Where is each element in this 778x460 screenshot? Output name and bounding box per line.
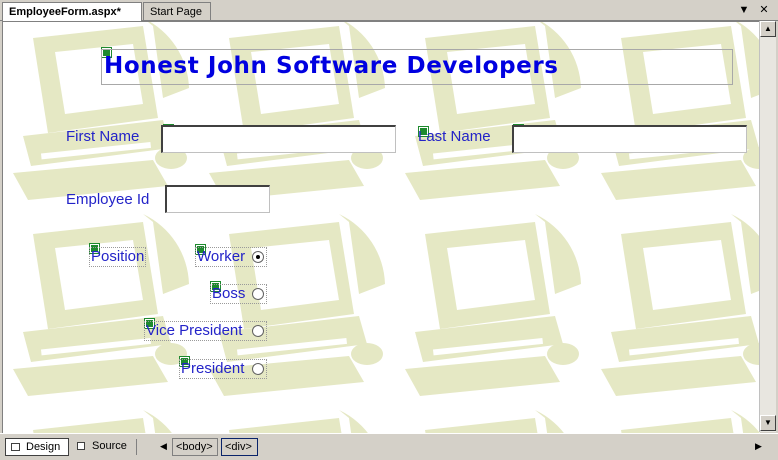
source-view-label: Source <box>92 440 127 452</box>
tag-scroll-right-icon[interactable]: ▶ <box>755 441 762 452</box>
first-name-input[interactable] <box>161 125 396 153</box>
design-view-label: Design <box>26 441 61 453</box>
page-title: Honest John Software Developers <box>104 53 559 79</box>
design-view-icon <box>11 443 20 451</box>
radio-worker-button[interactable] <box>252 251 264 263</box>
radio-president[interactable]: President <box>179 359 267 379</box>
radio-vice-president-label: Vice President <box>146 322 243 339</box>
design-view-button[interactable]: Design <box>5 438 69 456</box>
radio-vice-president[interactable]: Vice President <box>144 321 267 341</box>
vertical-scrollbar[interactable]: ▲ ▼ <box>759 21 776 432</box>
title-label-box[interactable]: Honest John Software Developers <box>101 49 733 85</box>
radio-president-button[interactable] <box>252 363 264 375</box>
last-name-label: Last Name <box>418 128 491 145</box>
divider <box>136 439 137 455</box>
employee-id-label: Employee Id <box>66 191 150 208</box>
radio-boss[interactable]: Boss <box>210 284 267 304</box>
close-document-icon[interactable]: ✕ <box>757 3 771 17</box>
employee-id-input[interactable] <box>165 185 270 213</box>
first-name-label: First Name <box>66 128 140 145</box>
radio-worker-label: Worker <box>197 248 246 265</box>
tag-div-button[interactable]: <div> <box>221 438 258 456</box>
design-surface[interactable]: Honest John Software Developers First Na… <box>2 21 760 433</box>
tag-body-button[interactable]: <body> <box>172 438 218 456</box>
radio-boss-label: Boss <box>212 285 246 302</box>
radio-vice-president-button[interactable] <box>252 325 264 337</box>
tag-scroll-left-icon[interactable]: ◀ <box>160 441 167 452</box>
window-list-dropdown-icon[interactable]: ▼ <box>737 3 751 17</box>
scroll-up-icon[interactable]: ▲ <box>760 21 776 37</box>
tab-employee-form[interactable]: EmployeeForm.aspx* <box>2 2 142 21</box>
document-tab-bar: EmployeeForm.aspx* Start Page ▼ ✕ <box>0 0 778 21</box>
tab-start-page[interactable]: Start Page <box>143 2 211 20</box>
radio-president-label: President <box>181 360 245 377</box>
source-view-icon <box>77 442 85 450</box>
source-view-button[interactable]: Source <box>72 438 130 456</box>
radio-boss-button[interactable] <box>252 288 264 300</box>
position-label: Position <box>89 247 147 267</box>
scroll-down-icon[interactable]: ▼ <box>760 415 776 431</box>
view-status-bar: Design Source ◀ <body> <div> ▶ <box>0 433 778 460</box>
last-name-input[interactable] <box>512 125 747 153</box>
radio-worker[interactable]: Worker <box>195 247 267 267</box>
